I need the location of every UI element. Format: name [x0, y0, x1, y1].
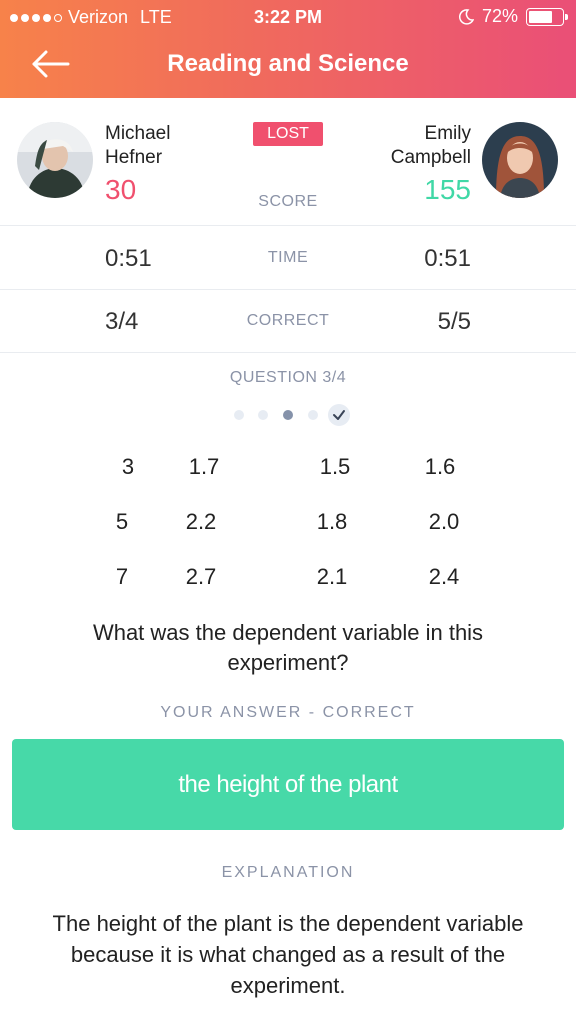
battery-percent: 72% [481, 6, 518, 26]
table-cell: 1.5 [319, 454, 351, 479]
score-card: Michael Hefner 30 LOST SCORE Emily Campb… [0, 98, 576, 226]
player-name-left: Michael Hefner [105, 122, 170, 170]
question-label: QUESTION 3/4 [229, 369, 347, 386]
table-cell: 1.8 [316, 509, 348, 534]
progress-dot[interactable] [258, 410, 268, 420]
data-table: 3 1.7 1.5 1.6 5 2.2 1.8 2.0 7 2.7 2.1 2.… [0, 440, 576, 605]
correct-label: CORRECT [246, 312, 330, 329]
player-last-name-left: Hefner [105, 147, 163, 168]
table-row: 7 2.7 2.1 2.4 [0, 550, 576, 605]
table-cell: 1.7 [188, 454, 220, 479]
table-cell: 2.4 [428, 564, 460, 589]
time-label: TIME [267, 249, 309, 266]
table-cell: 2.7 [185, 564, 217, 589]
question-progress [230, 404, 350, 426]
status-bar: Verizon LTE 3:22 PM 72% [0, 0, 576, 34]
player-avatar-left[interactable] [17, 122, 93, 198]
table-cell: 3 [121, 454, 135, 479]
table-row: 5 2.2 1.8 2.0 [0, 495, 576, 550]
explanation-text: The height of the plant is the dependent… [52, 911, 524, 998]
explanation-label: EXPLANATION [221, 864, 355, 881]
progress-dot-current[interactable] [283, 410, 293, 420]
answer-button[interactable]: the height of the plant [12, 739, 564, 830]
table-cell: 1.6 [424, 454, 456, 479]
battery-icon [526, 7, 568, 26]
table-cell: 2.1 [316, 564, 348, 589]
player-last-name-right: Campbell [390, 147, 471, 168]
page-title: Reading and Science [167, 50, 409, 77]
correct-row: 3/4 CORRECT 5/5 [0, 290, 576, 353]
player-score-right: 155 [424, 174, 471, 205]
score-label: SCORE [258, 193, 318, 210]
header: Verizon LTE 3:22 PM 72% Reading and Scie… [0, 0, 576, 98]
answer-label: YOUR ANSWER - CORRECT [160, 704, 416, 721]
answer-text: the height of the plant [178, 770, 398, 798]
time-right: 0:51 [424, 245, 471, 272]
player-name-right: Emily Campbell [391, 122, 471, 170]
table-row: 3 1.7 1.5 1.6 [0, 440, 576, 495]
question-text: What was the dependent variable in this … [92, 620, 484, 675]
check-icon[interactable] [328, 404, 350, 426]
table-cell: 5 [115, 509, 129, 534]
result-badge: LOST [253, 122, 323, 146]
moon-icon [458, 8, 474, 25]
table-cell: 2.2 [185, 509, 217, 534]
status-right: 72% [458, 6, 568, 27]
player-avatar-right[interactable] [482, 122, 558, 198]
progress-dot[interactable] [308, 410, 318, 420]
progress-dot[interactable] [234, 410, 244, 420]
table-cell: 2.0 [428, 509, 460, 534]
player-first-name-right: Emily [424, 123, 471, 144]
time-row: 0:51 TIME 0:51 [0, 227, 576, 290]
correct-right: 5/5 [437, 308, 471, 335]
table-cell: 7 [115, 564, 129, 589]
player-first-name-left: Michael [105, 123, 171, 144]
